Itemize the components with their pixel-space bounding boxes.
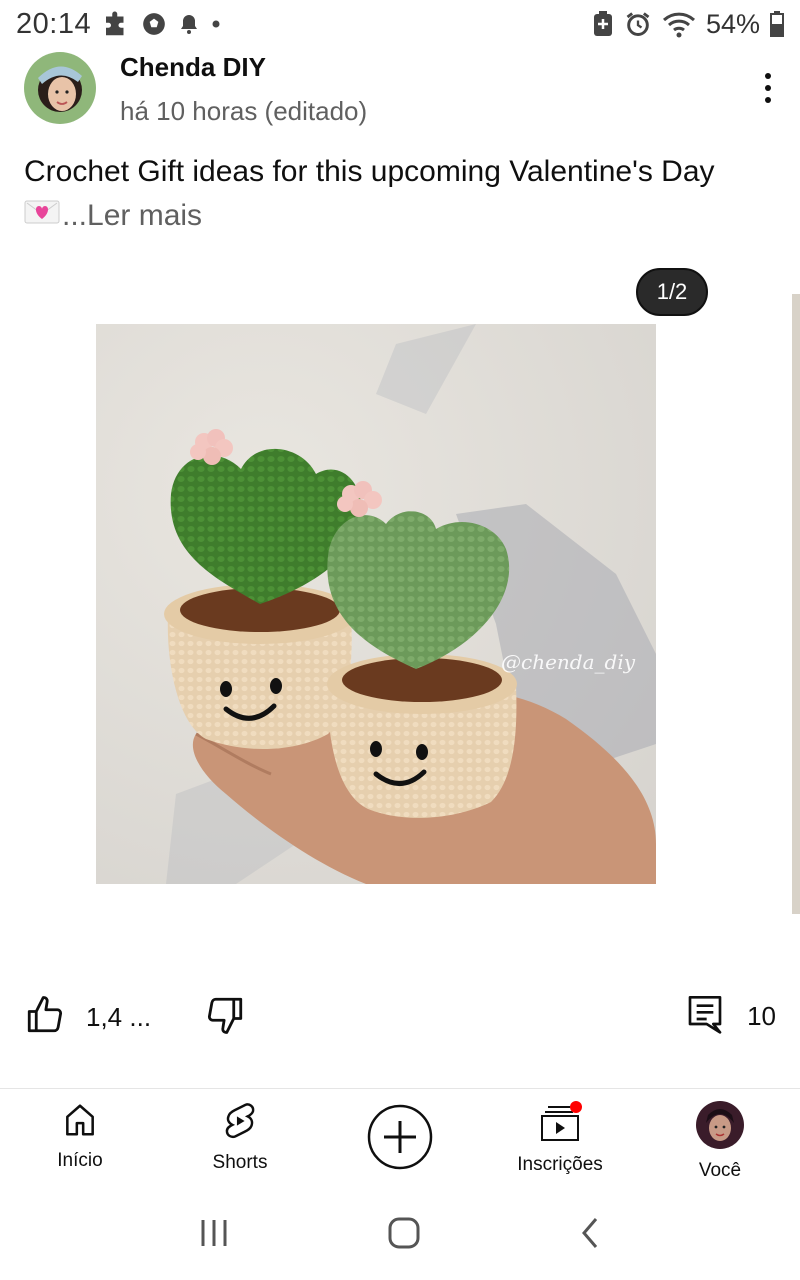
recents-icon[interactable] (198, 1217, 230, 1254)
more-dot (765, 97, 771, 103)
read-more-line: ...Ler mais (24, 194, 784, 238)
nav-label-you: Você (698, 1160, 742, 1181)
nav-subscriptions[interactable]: Inscrições (480, 1089, 640, 1189)
comment-button[interactable]: 10 (685, 992, 776, 1041)
post-header: Chenda DIY há 10 horas (editado) (24, 50, 784, 132)
bell-icon (177, 11, 201, 37)
nav-label-home: Início (57, 1150, 103, 1171)
nav-shorts[interactable]: Shorts (160, 1089, 320, 1189)
dot-icon (211, 19, 221, 29)
soccer-ball-icon (141, 11, 167, 37)
puzzle-icon (101, 9, 131, 39)
like-button[interactable]: 1,4 ... (24, 994, 151, 1041)
home-icon (61, 1101, 99, 1144)
nav-label-subscriptions: Inscrições (517, 1154, 603, 1175)
post-emoji (24, 194, 60, 238)
system-nav (0, 1190, 800, 1280)
battery-percent: 54% (705, 8, 760, 39)
create-icon (366, 1103, 434, 1176)
post-actions: 1,4 ... 10 (24, 990, 776, 1046)
subscriptions-icon (538, 1101, 582, 1148)
more-dot (765, 85, 771, 91)
post-text[interactable]: Crochet Gift ideas for this upcoming Val… (24, 150, 784, 238)
battery-icon (770, 11, 784, 37)
wifi-icon (662, 10, 696, 38)
comment-count: 10 (747, 1001, 776, 1031)
back-icon[interactable] (578, 1216, 602, 1255)
more-dot (765, 73, 771, 79)
alarm-icon (624, 10, 652, 38)
next-image-peek[interactable] (792, 294, 800, 914)
like-count: 1,4 ... (86, 1002, 152, 1032)
home-button-icon[interactable] (387, 1216, 421, 1255)
thumbs-down-icon (204, 997, 246, 1040)
thumbs-up-icon (24, 994, 66, 1041)
post-time: há 10 horas (editado) (120, 96, 368, 126)
status-left: 20:14 (16, 8, 221, 41)
nav-home[interactable]: Início (0, 1089, 160, 1189)
post-image[interactable]: @chenda_diy (96, 324, 656, 884)
image-watermark: @chenda_diy (501, 650, 636, 674)
channel-name[interactable]: Chenda DIY (120, 52, 266, 83)
comment-icon (685, 992, 725, 1041)
status-time: 20:14 (16, 7, 92, 40)
channel-avatar[interactable] (24, 52, 96, 124)
notification-dot (570, 1101, 582, 1113)
avatar (696, 1101, 744, 1154)
post-body: Crochet Gift ideas for this upcoming Val… (24, 155, 715, 188)
dislike-button[interactable] (204, 994, 246, 1041)
bottom-nav: Início Shorts Inscrições Você (0, 1088, 800, 1188)
nav-label-shorts: Shorts (212, 1152, 268, 1173)
nav-you[interactable]: Você (640, 1089, 800, 1189)
nav-create[interactable] (320, 1089, 480, 1189)
shorts-icon (221, 1101, 259, 1146)
battery-saver-icon (592, 10, 614, 38)
status-right: 54% (592, 9, 784, 40)
status-bar: 20:14 54% (0, 0, 800, 48)
read-more-link[interactable]: ...Ler mais (62, 194, 202, 238)
page-indicator-badge: 1/2 (636, 268, 708, 316)
more-options-button[interactable] (752, 68, 784, 108)
